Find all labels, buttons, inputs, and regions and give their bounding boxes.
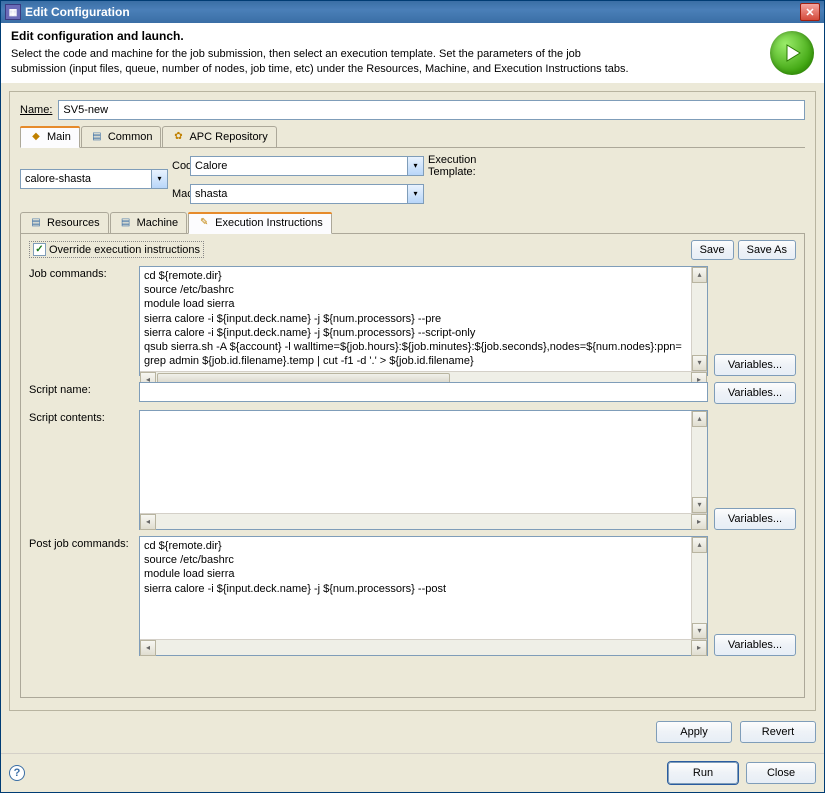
run-play-icon	[770, 31, 814, 75]
exec-template-label: Execution Template:	[428, 154, 442, 178]
tab-main-label: Main	[47, 131, 71, 143]
close-button[interactable]: Close	[746, 762, 816, 784]
tab-exec-label: Execution Instructions	[215, 217, 323, 229]
tab-apc-label: APC Repository	[189, 131, 267, 143]
code-label: Code:	[172, 160, 186, 172]
scroll-left-icon[interactable]: ◂	[140, 514, 156, 530]
window-title: Edit Configuration	[25, 5, 800, 19]
tab-resources[interactable]: ▤ Resources	[20, 212, 109, 233]
machine-label: Machine:	[172, 188, 186, 200]
variables-button-script-name[interactable]: Variables...	[714, 382, 796, 404]
titlebar: ▦ Edit Configuration ✕	[1, 1, 824, 23]
scroll-right-icon[interactable]: ▸	[691, 514, 707, 530]
machine-combo[interactable]	[190, 184, 424, 204]
script-contents-textarea[interactable]: ▴ ▾ ◂ ▸	[139, 410, 708, 530]
app-icon: ▦	[5, 4, 21, 20]
tab-apc-repository[interactable]: ✿ APC Repository	[162, 126, 276, 147]
script-contents-label: Script contents:	[29, 410, 133, 530]
exec-template-combo[interactable]	[20, 169, 168, 189]
apply-button[interactable]: Apply	[656, 721, 732, 743]
tab-execution-instructions[interactable]: ✎ Execution Instructions	[188, 212, 332, 234]
chevron-down-icon[interactable]: ▾	[407, 157, 423, 175]
save-as-button[interactable]: Save As	[738, 240, 796, 260]
name-label: Name:	[20, 104, 52, 116]
post-job-textarea[interactable]: cd ${remote.dir} source /etc/bashrc modu…	[139, 536, 708, 656]
body-panel: Name: ◆ Main ▤ Common ✿ APC Repository	[1, 83, 824, 753]
scroll-right-icon[interactable]: ▸	[691, 640, 707, 656]
config-box: Name: ◆ Main ▤ Common ✿ APC Repository	[9, 91, 816, 711]
apply-revert-row: Apply Revert	[9, 711, 816, 745]
help-icon[interactable]: ?	[9, 765, 25, 781]
job-commands-label: Job commands:	[29, 266, 133, 376]
code-combo[interactable]	[190, 156, 424, 176]
common-tab-icon: ▤	[90, 130, 104, 144]
scroll-down-icon[interactable]: ▾	[692, 623, 707, 639]
scroll-down-icon[interactable]: ▾	[692, 355, 707, 371]
checkbox-icon: ✓	[33, 243, 46, 256]
tab-machine[interactable]: ▤ Machine	[110, 212, 188, 233]
post-job-label: Post job commands:	[29, 536, 133, 656]
vertical-scrollbar[interactable]: ▴ ▾	[691, 537, 707, 639]
revert-button[interactable]: Revert	[740, 721, 816, 743]
job-commands-content: cd ${remote.dir} source /etc/bashrc modu…	[140, 267, 691, 371]
script-name-input[interactable]	[139, 382, 708, 402]
chevron-down-icon[interactable]: ▾	[151, 170, 167, 188]
main-tab-icon: ◆	[29, 130, 43, 144]
scroll-up-icon[interactable]: ▴	[692, 537, 707, 553]
variables-button-script-contents[interactable]: Variables...	[714, 508, 796, 530]
code-machine-row: Code: ▾ Execution Template: ▾ Machine: ▾	[20, 154, 805, 204]
footer: ? Run Close	[1, 753, 824, 792]
apc-tab-icon: ✿	[171, 130, 185, 144]
chevron-down-icon[interactable]: ▾	[407, 185, 423, 203]
sub-tabs: ▤ Resources ▤ Machine ✎ Execution Instru…	[20, 212, 805, 234]
post-job-content: cd ${remote.dir} source /etc/bashrc modu…	[140, 537, 691, 639]
vertical-scrollbar[interactable]: ▴ ▾	[691, 267, 707, 371]
tab-resources-label: Resources	[47, 217, 100, 229]
name-input[interactable]	[58, 100, 805, 120]
top-tabs: ◆ Main ▤ Common ✿ APC Repository	[20, 126, 805, 148]
edit-configuration-window: ▦ Edit Configuration ✕ Edit configuratio…	[0, 0, 825, 793]
tab-common-label: Common	[108, 131, 153, 143]
horizontal-scrollbar[interactable]: ◂ ▸	[140, 513, 707, 529]
header-title: Edit configuration and launch.	[11, 29, 770, 43]
script-name-label: Script name:	[29, 382, 133, 404]
horizontal-scrollbar[interactable]: ◂ ▸	[140, 639, 707, 655]
override-checkbox-wrap[interactable]: ✓ Override execution instructions	[29, 241, 204, 258]
variables-button-job[interactable]: Variables...	[714, 354, 796, 376]
header-panel: Edit configuration and launch. Select th…	[1, 23, 824, 83]
scroll-left-icon[interactable]: ◂	[140, 640, 156, 656]
tab-machine-label: Machine	[137, 217, 179, 229]
resources-tab-icon: ▤	[29, 216, 43, 230]
exec-tab-icon: ✎	[197, 216, 211, 230]
tab-main[interactable]: ◆ Main	[20, 126, 80, 148]
machine-tab-icon: ▤	[119, 216, 133, 230]
scroll-up-icon[interactable]: ▴	[692, 267, 707, 283]
job-commands-textarea[interactable]: cd ${remote.dir} source /etc/bashrc modu…	[139, 266, 708, 376]
exec-instructions-panel: ✓ Override execution instructions Save S…	[20, 234, 805, 698]
scroll-down-icon[interactable]: ▾	[692, 497, 707, 513]
script-contents-content	[140, 411, 691, 513]
tab-common[interactable]: ▤ Common	[81, 126, 162, 147]
override-label: Override execution instructions	[49, 244, 200, 256]
close-icon[interactable]: ✕	[800, 3, 820, 21]
header-description: Select the code and machine for the job …	[11, 47, 631, 77]
vertical-scrollbar[interactable]: ▴ ▾	[691, 411, 707, 513]
save-button[interactable]: Save	[691, 240, 734, 260]
variables-button-post-job[interactable]: Variables...	[714, 634, 796, 656]
scroll-up-icon[interactable]: ▴	[692, 411, 707, 427]
run-button[interactable]: Run	[668, 762, 738, 784]
